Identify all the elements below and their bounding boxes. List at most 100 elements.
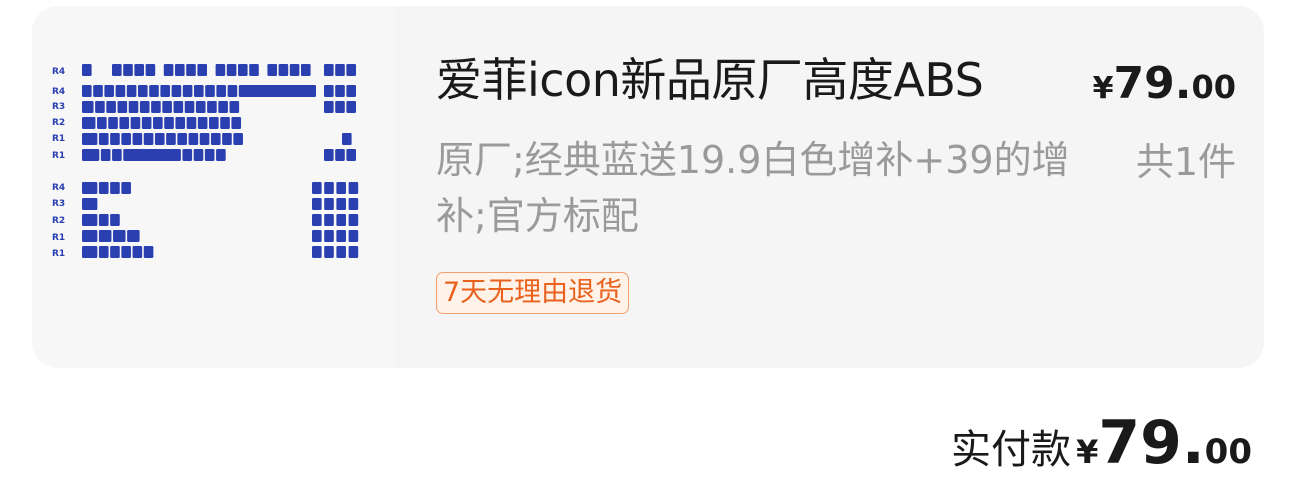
keycap bbox=[123, 149, 181, 161]
keycap bbox=[97, 117, 107, 129]
keycap bbox=[336, 230, 346, 242]
product-title[interactable]: 爱菲icon新品原厂高度ABS bbox=[436, 50, 1096, 110]
keycap bbox=[132, 133, 143, 145]
keycap bbox=[231, 117, 242, 129]
keycap bbox=[139, 101, 150, 113]
keycap bbox=[119, 117, 130, 129]
row-label: R1 bbox=[52, 151, 65, 161]
keycap bbox=[151, 101, 161, 113]
keycap bbox=[204, 149, 215, 161]
keycap bbox=[342, 133, 352, 145]
keycap bbox=[229, 101, 240, 113]
keycap bbox=[132, 246, 143, 258]
keycap bbox=[312, 246, 322, 258]
keycap bbox=[195, 101, 206, 113]
keycap bbox=[112, 64, 122, 76]
keycap bbox=[205, 85, 215, 97]
row-label: R2 bbox=[52, 216, 65, 226]
keycap bbox=[128, 101, 139, 113]
keycap bbox=[163, 64, 174, 76]
keycap bbox=[130, 117, 141, 129]
keycap bbox=[249, 64, 259, 76]
keycap bbox=[160, 85, 170, 97]
order-item-card[interactable]: R4 R4 R3 R2 R1 R1 R4 R3 R2 R1 R1 爱菲icon新品原厂高度ABS ¥… bbox=[32, 6, 1264, 368]
keycap bbox=[336, 214, 346, 226]
keycap bbox=[348, 214, 359, 226]
keycap bbox=[141, 117, 152, 129]
row-label: R2 bbox=[52, 118, 65, 128]
keycap bbox=[184, 101, 195, 113]
keycap bbox=[324, 198, 334, 210]
keycap bbox=[121, 246, 131, 258]
keycap bbox=[115, 85, 126, 97]
keycap bbox=[336, 246, 346, 258]
keycap bbox=[121, 182, 131, 194]
total-currency: ¥ bbox=[1076, 433, 1099, 471]
keycap bbox=[82, 101, 94, 113]
keycap bbox=[324, 214, 334, 226]
keycap bbox=[348, 230, 359, 242]
row-label: R4 bbox=[52, 183, 65, 193]
keycap bbox=[197, 64, 207, 76]
keycap bbox=[113, 230, 126, 242]
total-decimal: 00 bbox=[1204, 432, 1252, 472]
keycap bbox=[209, 117, 219, 129]
keycap bbox=[98, 133, 109, 145]
keycap bbox=[348, 198, 359, 210]
return-policy-badge: 7天无理由退货 bbox=[436, 272, 630, 314]
row-label: R1 bbox=[52, 233, 65, 243]
keycap bbox=[301, 64, 311, 76]
product-spec: 原厂;经典蓝送19.9白色增补+39的增补;官方标配 bbox=[436, 138, 1070, 238]
keycap bbox=[222, 133, 232, 145]
keycap bbox=[134, 64, 144, 76]
keycap bbox=[82, 230, 98, 242]
product-image[interactable]: R4 R4 R3 R2 R1 R1 R4 R3 R2 R1 R1 bbox=[32, 6, 394, 368]
keycap bbox=[348, 246, 359, 258]
keycap bbox=[82, 85, 92, 97]
keycap bbox=[98, 230, 112, 242]
keycap bbox=[348, 182, 359, 194]
row-label: R1 bbox=[52, 249, 65, 259]
keycap bbox=[335, 85, 345, 97]
row-label: R4 bbox=[52, 87, 65, 97]
keycap bbox=[227, 85, 238, 97]
keycap bbox=[312, 198, 322, 210]
keycap bbox=[143, 133, 154, 145]
keycap bbox=[346, 149, 356, 161]
keycap bbox=[289, 64, 300, 76]
keycap bbox=[335, 101, 345, 113]
keycap bbox=[194, 85, 204, 97]
keycap bbox=[175, 117, 186, 129]
item-price: ¥79.00 bbox=[1093, 58, 1236, 109]
keycap bbox=[324, 101, 334, 113]
keycap bbox=[100, 149, 111, 161]
keycap bbox=[238, 64, 248, 76]
keycap bbox=[335, 64, 345, 76]
keycap bbox=[177, 133, 187, 145]
keycap bbox=[121, 133, 131, 145]
keycap bbox=[108, 117, 118, 129]
keycap bbox=[186, 117, 197, 129]
keycap bbox=[324, 182, 334, 194]
keycap bbox=[346, 64, 356, 76]
keycap bbox=[216, 85, 226, 97]
keycap bbox=[312, 214, 322, 226]
keycap bbox=[186, 64, 196, 76]
keycap bbox=[312, 230, 322, 242]
keycap bbox=[82, 149, 100, 161]
keycap bbox=[278, 64, 289, 76]
keycap bbox=[220, 117, 230, 129]
keycap bbox=[175, 64, 185, 76]
keycap bbox=[82, 64, 92, 76]
keycap bbox=[82, 133, 98, 145]
keycap bbox=[267, 64, 277, 76]
keycap bbox=[182, 149, 193, 161]
keycap bbox=[197, 117, 208, 129]
keycap bbox=[182, 85, 193, 97]
keycap bbox=[123, 64, 133, 76]
keycap bbox=[324, 64, 334, 76]
keycap bbox=[82, 117, 96, 129]
keycap bbox=[110, 182, 120, 194]
keycap bbox=[154, 133, 165, 145]
keycap bbox=[336, 182, 346, 194]
